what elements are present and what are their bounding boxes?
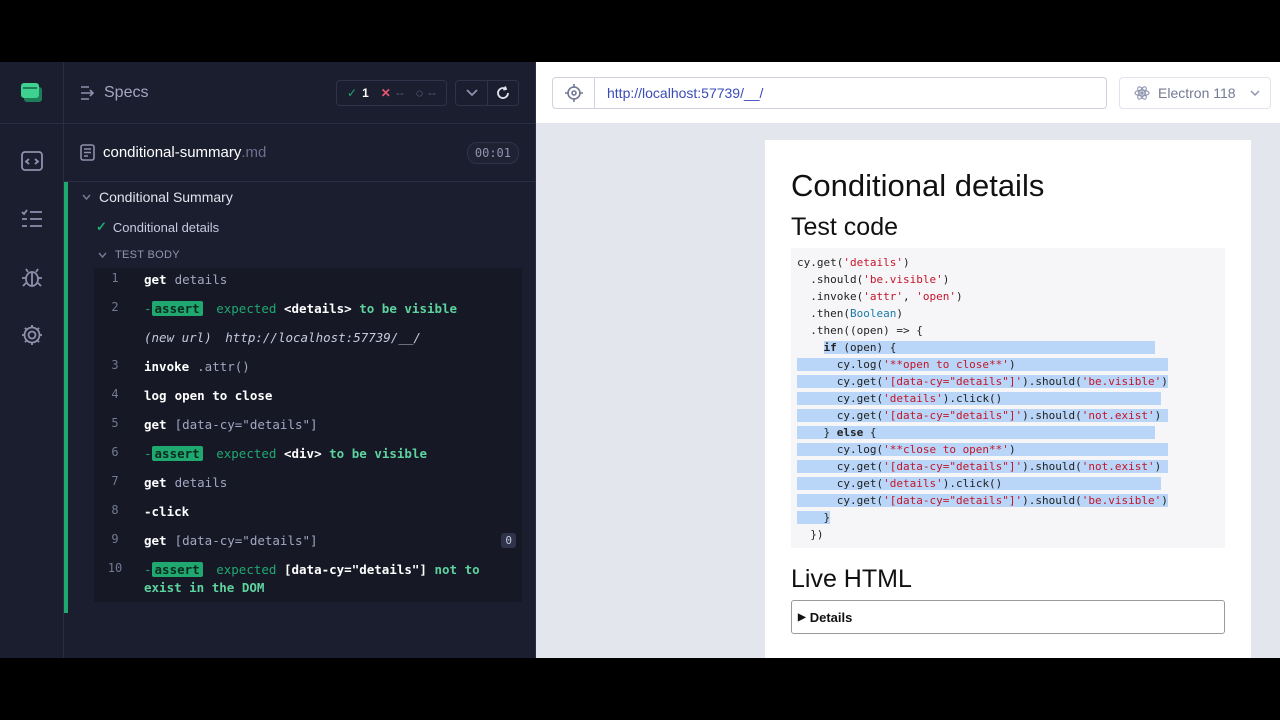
chevron-down-icon — [82, 194, 91, 200]
rerun-button[interactable] — [487, 80, 518, 105]
command-row[interactable]: 1 get details — [94, 271, 522, 289]
assert-pill: assert — [151, 562, 203, 577]
selector-playground-button[interactable] — [553, 77, 595, 108]
chevron-down-icon — [98, 252, 107, 258]
command-log: 1 get details 2 - assert expected <details… — [94, 268, 522, 602]
specs-toggle[interactable]: Specs — [80, 84, 148, 102]
command-row[interactable]: 9 get [data-cy="details"] 0 — [94, 532, 522, 550]
suite: Conditional Summary ✓ Conditional detail… — [64, 182, 536, 613]
check-icon: ✓ — [96, 219, 107, 234]
sidebar-rail — [0, 62, 64, 658]
reporter-panel: Specs ✓ 1 ✕ -- ◌ -- conditional-summary … — [64, 62, 536, 658]
spec-row[interactable]: conditional-summary .md 00:01 — [64, 124, 535, 182]
controls — [455, 79, 519, 106]
command-row[interactable]: 6 - assert expected <div> to be visible — [94, 445, 522, 463]
aut-page: Conditional details Test code cy.get('de… — [765, 140, 1251, 658]
runs-nav-icon[interactable] — [0, 190, 64, 248]
passed-stat: ✓ 1 — [347, 85, 369, 100]
live-html-heading: Live HTML — [791, 565, 912, 593]
browser-label: Electron 118 — [1158, 84, 1236, 101]
cypress-app: Specs ✓ 1 ✕ -- ◌ -- conditional-summary … — [0, 62, 1280, 658]
spec-list-icon — [81, 85, 95, 100]
triangle-right-icon: ▶ — [798, 611, 806, 623]
reporter-header: Specs ✓ 1 ✕ -- ◌ -- — [64, 62, 535, 124]
chevron-down-icon — [1250, 89, 1260, 96]
spec-ext: .md — [241, 144, 267, 161]
assert-pill: assert — [151, 301, 203, 316]
element-count-badge: 0 — [501, 533, 516, 548]
suite-title: Conditional Summary — [99, 189, 233, 205]
test-title-row[interactable]: ✓ Conditional details — [68, 212, 536, 242]
command-row-url[interactable]: (new url) http://localhost:57739/__/ — [94, 329, 522, 347]
suite-title-row[interactable]: Conditional Summary — [68, 182, 536, 212]
chevron-down-icon — [465, 88, 478, 96]
details-summary[interactable]: ▶ Details — [791, 600, 1225, 634]
code-block: cy.get('details') .should('be.visible') … — [791, 248, 1225, 548]
settings-icon[interactable] — [0, 306, 64, 364]
url-bar: http://localhost:57739/__/ — [552, 76, 1107, 109]
specs-nav-icon[interactable] — [0, 132, 64, 190]
check-icon: ✓ — [347, 85, 358, 100]
failed-stat: ✕ -- — [380, 85, 404, 100]
refresh-icon — [497, 85, 509, 99]
command-row[interactable]: 4 log open to close — [94, 387, 522, 405]
pending-stat: ◌ -- — [415, 85, 436, 100]
command-row[interactable]: 10 - assert expected [data-cy="details"] … — [94, 561, 522, 597]
pending-icon: ◌ — [415, 85, 423, 100]
browser-selector[interactable]: Electron 118 — [1119, 76, 1271, 109]
command-row[interactable]: 7 get details — [94, 474, 522, 492]
page-title: Conditional details — [791, 168, 1045, 203]
test-body-row[interactable]: TEST BODY — [68, 242, 536, 268]
aut-header: http://localhost:57739/__/ Electron 118 — [536, 62, 1280, 124]
app-logo-icon[interactable] — [0, 62, 64, 124]
collapse-button[interactable] — [456, 81, 487, 105]
crosshair-icon — [564, 83, 583, 102]
test-body-title: TEST BODY — [115, 249, 180, 261]
url-text[interactable]: http://localhost:57739/__/ — [595, 78, 1106, 108]
aut-viewport: Conditional details Test code cy.get('de… — [536, 124, 1280, 658]
command-row[interactable]: 2 - assert expected <details> to be visib… — [94, 300, 522, 318]
specs-title: Specs — [104, 83, 149, 101]
document-icon — [80, 144, 95, 161]
app-under-test: http://localhost:57739/__/ Electron 118 … — [536, 62, 1280, 658]
x-icon: ✕ — [380, 85, 391, 100]
electron-icon — [1134, 85, 1150, 100]
stats-box: ✓ 1 ✕ -- ◌ -- — [336, 79, 447, 106]
test-code-heading: Test code — [791, 213, 899, 241]
debug-icon[interactable] — [0, 248, 64, 306]
command-row[interactable]: 3 invoke .attr() — [94, 358, 522, 376]
command-row[interactable]: 8 -click — [94, 503, 522, 521]
assert-pill: assert — [151, 446, 203, 461]
duration-badge: 00:01 — [466, 141, 519, 164]
test-title: Conditional details — [112, 219, 220, 235]
details-label: Details — [809, 609, 853, 625]
spec-name: conditional-summary — [103, 144, 242, 161]
command-row[interactable]: 5 get [data-cy="details"] — [94, 416, 522, 434]
